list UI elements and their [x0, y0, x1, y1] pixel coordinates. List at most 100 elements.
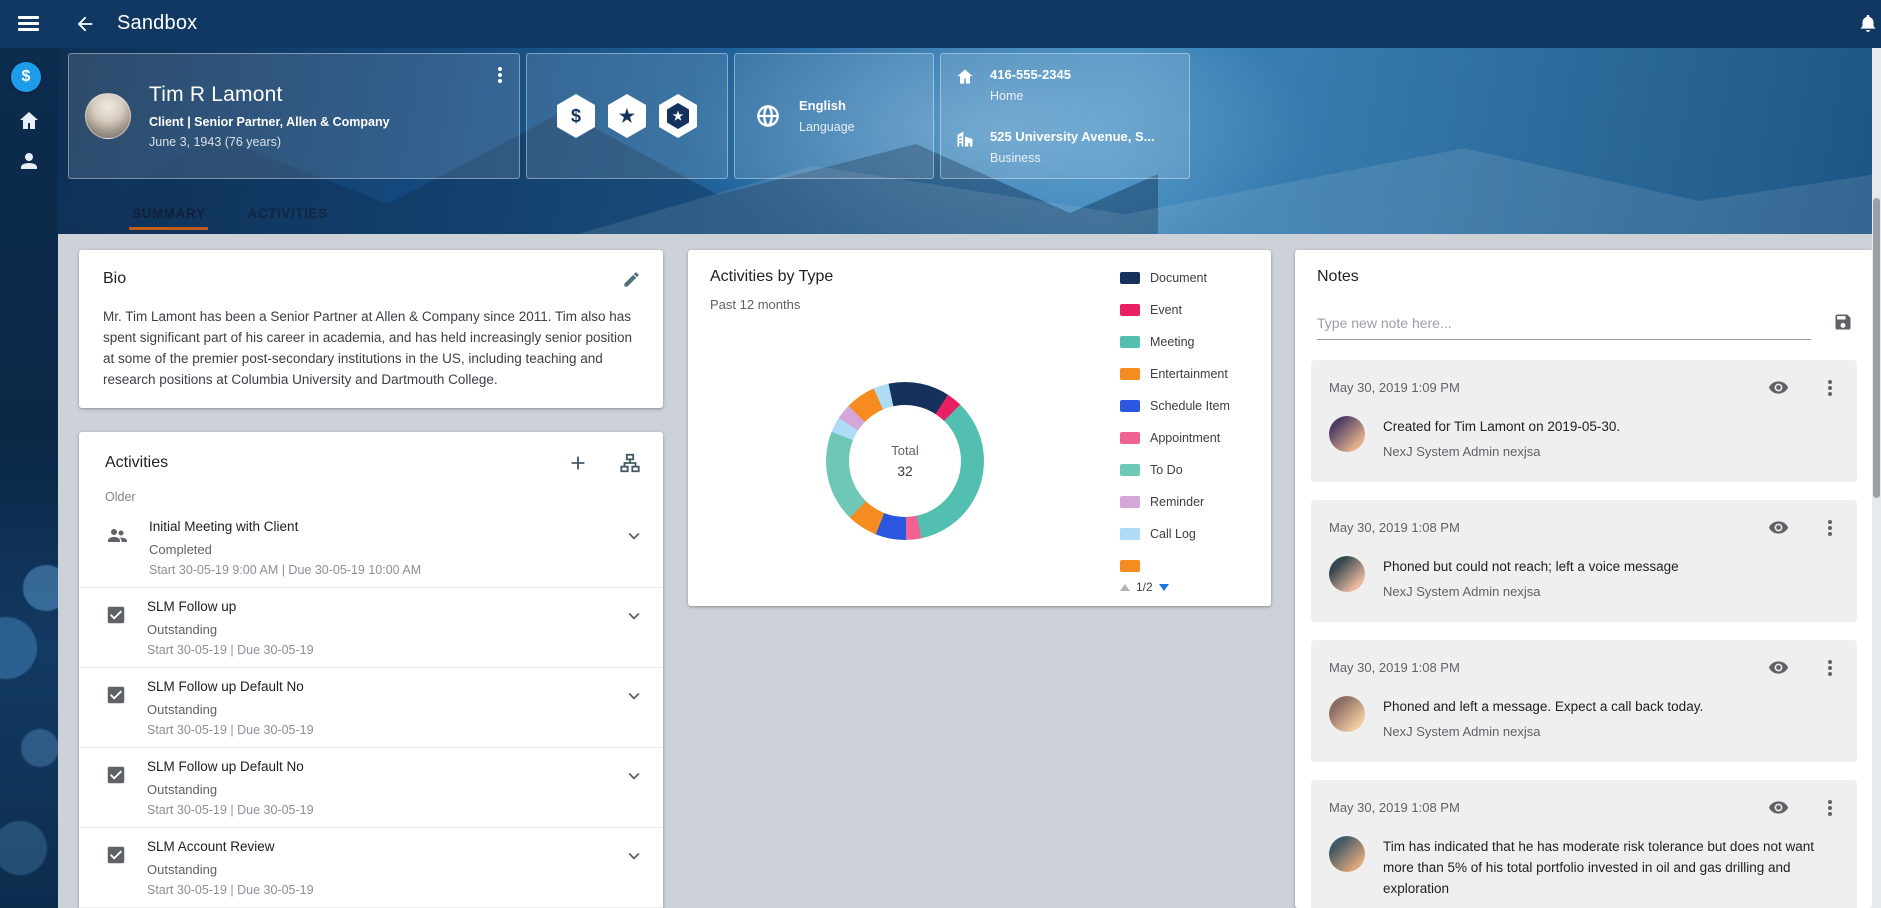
legend-label: Meeting: [1150, 335, 1194, 349]
view-note-icon[interactable]: [1768, 517, 1789, 538]
bio-title: Bio: [103, 270, 639, 288]
note-menu-icon[interactable]: [1821, 519, 1839, 537]
language-value: English: [799, 98, 855, 113]
legend-swatch: [1120, 496, 1140, 508]
chevron-down-icon[interactable]: [623, 845, 645, 897]
menu-icon[interactable]: [18, 16, 39, 31]
chevron-down-icon[interactable]: [623, 765, 645, 817]
vertical-scrollbar: [1872, 48, 1881, 908]
legend-swatch: [1120, 560, 1140, 572]
notes-card: Notes May 30, 2019 1:09 PM Created for T…: [1295, 250, 1873, 908]
legend-item: Meeting: [1120, 326, 1270, 358]
new-note-input[interactable]: [1317, 306, 1811, 339]
note-text: Tim has indicated that he has moderate r…: [1383, 836, 1839, 899]
profile-card: Tim R Lamont Client | Senior Partner, Al…: [68, 53, 520, 179]
note-author: NexJ System Admin nexjsa: [1383, 722, 1703, 742]
save-note-icon[interactable]: [1833, 312, 1853, 332]
tab-activities[interactable]: ACTIVITIES: [247, 192, 327, 234]
notes-list: May 30, 2019 1:09 PM Created for Tim Lam…: [1311, 360, 1857, 908]
legend-label: Reminder: [1150, 495, 1204, 509]
profile-avatar: [85, 93, 131, 139]
note-menu-icon[interactable]: [1821, 659, 1839, 677]
note-text: Phoned but could not reach; left a voice…: [1383, 556, 1679, 577]
view-note-icon[interactable]: [1768, 797, 1789, 818]
notifications-bell-icon[interactable]: [1857, 13, 1879, 35]
view-note-icon[interactable]: [1768, 377, 1789, 398]
legend-page-up-icon[interactable]: [1120, 584, 1130, 591]
sidebar-item-contacts[interactable]: [17, 149, 41, 173]
dollar-badge-icon[interactable]: $: [557, 94, 595, 138]
activity-dates: Start 30-05-19 9:00 AM | Due 30-05-19 10…: [149, 563, 623, 577]
note-menu-icon[interactable]: [1821, 799, 1839, 817]
contact-info-card: 416-555-2345 Home 525 University Avenue,…: [940, 53, 1190, 179]
notes-title: Notes: [1317, 268, 1359, 286]
legend-swatch: [1120, 368, 1140, 380]
activity-row[interactable]: SLM Follow up Default No Outstanding Sta…: [79, 668, 663, 748]
scrollbar-thumb[interactable]: [1873, 198, 1880, 498]
chart-title: Activities by Type: [710, 268, 833, 286]
chevron-down-icon[interactable]: [623, 605, 645, 657]
contact-role: Client | Senior Partner, Allen & Company: [149, 115, 390, 129]
view-note-icon[interactable]: [1768, 657, 1789, 678]
profile-menu-icon[interactable]: [491, 66, 509, 84]
activity-row[interactable]: SLM Follow up Default No Outstanding Sta…: [79, 748, 663, 828]
legend-label: Event: [1150, 303, 1182, 317]
activity-title: SLM Account Review: [147, 839, 623, 854]
legend-item: Reminder: [1120, 486, 1270, 518]
legend-swatch: [1120, 400, 1140, 412]
legend-swatch: [1120, 464, 1140, 476]
legend-swatch: [1120, 432, 1140, 444]
note-author-avatar: [1329, 836, 1365, 872]
language-card: English Language: [734, 53, 934, 179]
activities-title: Activities: [105, 454, 537, 472]
activities-by-type-card: Activities by Type Past 12 months Total …: [688, 250, 1271, 606]
activity-status: Completed: [149, 542, 623, 557]
add-activity-icon[interactable]: [567, 452, 589, 474]
note-timestamp: May 30, 2019 1:08 PM: [1329, 800, 1768, 815]
note-author-avatar: [1329, 696, 1365, 732]
activity-row[interactable]: SLM Follow up Outstanding Start 30-05-19…: [79, 588, 663, 668]
note-text: Phoned and left a message. Expect a call…: [1383, 696, 1703, 717]
task-icon: [105, 604, 127, 657]
edit-bio-icon[interactable]: [622, 270, 641, 289]
chevron-down-icon[interactable]: [623, 525, 645, 577]
app-bar: Sandbox: [0, 0, 1881, 48]
task-icon: [105, 844, 127, 897]
legend-item: Schedule Item: [1120, 390, 1270, 422]
page-title: Sandbox: [117, 12, 197, 35]
bio-card: Bio Mr. Tim Lamont has been a Senior Par…: [79, 250, 663, 408]
sidebar-item-finance[interactable]: $: [11, 62, 41, 92]
activity-dates: Start 30-05-19 | Due 30-05-19: [147, 803, 623, 817]
phone-label: Home: [990, 89, 1071, 103]
note-author: NexJ System Admin nexjsa: [1383, 582, 1679, 602]
summary-content: Bio Mr. Tim Lamont has been a Senior Par…: [58, 234, 1881, 908]
note-entry: May 30, 2019 1:08 PM Tim has indicated t…: [1311, 780, 1857, 908]
legend-label: Document: [1150, 271, 1207, 285]
contact-name: Tim R Lamont: [149, 83, 390, 107]
activity-row[interactable]: SLM Account Review Outstanding Start 30-…: [79, 828, 663, 908]
back-button[interactable]: [74, 13, 96, 35]
note-timestamp: May 30, 2019 1:09 PM: [1329, 380, 1768, 395]
legend-swatch: [1120, 528, 1140, 540]
activity-hierarchy-icon[interactable]: [619, 452, 641, 474]
note-author-avatar: [1329, 556, 1365, 592]
legend-label: Schedule Item: [1150, 399, 1230, 413]
building-icon: [955, 129, 975, 149]
legend-page-down-icon[interactable]: [1159, 584, 1169, 591]
activity-row[interactable]: Initial Meeting with Client Completed St…: [79, 508, 663, 588]
profile-tabs: SUMMARY ACTIVITIES: [132, 192, 328, 234]
note-text: Created for Tim Lamont on 2019-05-30.: [1383, 416, 1620, 437]
hex-star-badge-icon[interactable]: ★: [659, 94, 697, 138]
sidebar-item-home[interactable]: [17, 109, 41, 133]
chevron-down-icon[interactable]: [623, 685, 645, 737]
star-badge-icon[interactable]: ★: [608, 94, 646, 138]
tab-summary[interactable]: SUMMARY: [132, 192, 205, 234]
legend-label: Appointment: [1150, 431, 1220, 445]
address-label: Business: [990, 151, 1155, 165]
note-menu-icon[interactable]: [1821, 379, 1839, 397]
activity-dates: Start 30-05-19 | Due 30-05-19: [147, 723, 623, 737]
legend-label: Entertainment: [1150, 367, 1228, 381]
donut-chart: Total 32: [826, 382, 984, 540]
note-timestamp: May 30, 2019 1:08 PM: [1329, 660, 1768, 675]
donut-center: Total 32: [849, 405, 961, 517]
